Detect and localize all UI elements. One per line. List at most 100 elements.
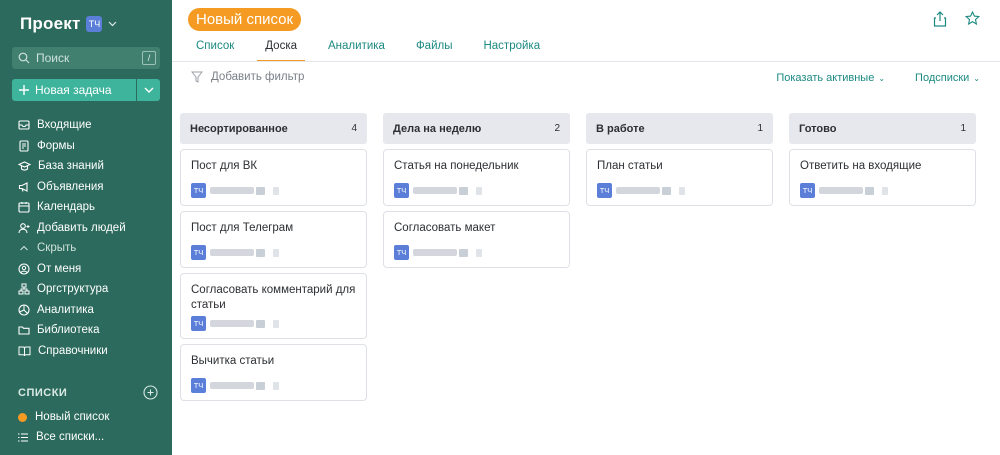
new-task-dropdown-button[interactable] (136, 79, 160, 101)
board-column-unsorted: Несортированное 4 Пост для ВК ТЧ Пост дл… (180, 113, 367, 401)
sidebar-collapse-toggle[interactable]: Скрыть (18, 238, 126, 259)
form-icon (19, 140, 29, 152)
redacted-assignee (210, 319, 279, 328)
column-title: В работе (596, 122, 645, 135)
tab-board[interactable]: Доска (257, 38, 305, 62)
task-card[interactable]: Ответить на входящие ТЧ (789, 149, 976, 206)
workspace-switcher[interactable]: Проект ТЧ (20, 14, 117, 34)
column-title: Готово (799, 122, 837, 135)
task-card[interactable]: Согласовать макет ТЧ (383, 211, 570, 268)
avatar: ТЧ (394, 245, 409, 260)
task-title: Согласовать макет (394, 222, 496, 234)
redacted-assignee (616, 186, 685, 195)
sidebar-item-forms[interactable]: Формы (18, 136, 126, 157)
add-list-icon[interactable] (143, 385, 158, 400)
sidebar-item-directories[interactable]: Справочники (18, 341, 126, 362)
task-card[interactable]: Вычитка статьи ТЧ (180, 344, 367, 401)
task-meta: ТЧ (191, 183, 356, 198)
task-meta: ТЧ (394, 245, 559, 260)
tab-settings[interactable]: Настройка (475, 38, 540, 62)
column-count: 4 (351, 123, 357, 134)
sidebar-item-analytics[interactable]: Аналитика (18, 300, 126, 321)
task-card[interactable]: Пост для Телеграм ТЧ (180, 211, 367, 268)
new-task-button[interactable]: Новая задача (12, 79, 136, 101)
redacted-assignee (210, 248, 279, 257)
sidebar-item-label: Оргструктура (37, 283, 109, 296)
tab-files[interactable]: Файлы (408, 38, 453, 62)
workspace-badge: ТЧ (86, 16, 103, 32)
sidebar-item-label: Входящие (37, 119, 92, 132)
task-title: Статья на понедельник (394, 160, 519, 172)
sidebar-item-calendar[interactable]: Календарь (18, 197, 126, 218)
add-user-icon (18, 222, 30, 233)
task-card[interactable]: План статьи ТЧ (586, 149, 773, 206)
sidebar-item-label: Добавить людей (37, 221, 126, 234)
chevron-up-icon (20, 245, 28, 251)
task-title: Вычитка статьи (191, 355, 275, 367)
page-title[interactable]: Новый список (188, 8, 302, 31)
user-circle-icon (18, 263, 30, 275)
search-input[interactable]: Поиск / (12, 47, 160, 69)
list-item-label: Все списки... (36, 431, 105, 443)
subtasks-dropdown[interactable]: Подсписки ⌄ (915, 72, 980, 84)
add-filter-label: Добавить фильтр (211, 71, 305, 83)
header-actions (933, 11, 980, 27)
sidebar-item-knowledge-base[interactable]: База знаний (18, 156, 126, 177)
lists: Новый список Все списки... (18, 407, 109, 447)
pie-chart-icon (18, 304, 30, 316)
task-card[interactable]: Согласовать комментарий для статьи ТЧ (180, 273, 367, 339)
sidebar-item-announcements[interactable]: Объявления (18, 177, 126, 198)
sidebar-item-org-structure[interactable]: Оргструктура (18, 279, 126, 300)
orange-dot-icon (18, 412, 27, 422)
tabs-divider (172, 61, 1000, 62)
avatar: ТЧ (191, 245, 206, 260)
show-active-dropdown[interactable]: Показать активные ⌄ (776, 72, 885, 84)
list-item-label: Новый список (35, 411, 110, 423)
plus-icon (19, 85, 29, 95)
search-shortcut: / (142, 51, 156, 65)
list-item-all-lists[interactable]: Все списки... (18, 427, 109, 447)
task-title: Пост для ВК (191, 160, 258, 172)
sidebar-item-label: От меня (37, 262, 82, 275)
folder-icon (18, 326, 30, 335)
view-tabs: Список Доска Аналитика Файлы Настройка (188, 38, 563, 62)
avatar: ТЧ (191, 316, 206, 331)
book-icon (18, 346, 31, 356)
sidebar-item-label: Справочники (38, 344, 108, 357)
sidebar-item-add-people[interactable]: Добавить людей (18, 218, 126, 239)
task-card[interactable]: Статья на понедельник ТЧ (383, 149, 570, 206)
avatar: ТЧ (191, 183, 206, 198)
sidebar-item-from-me[interactable]: От меня (18, 259, 126, 280)
list-icon (18, 432, 28, 442)
task-title: Ответить на входящие (800, 160, 922, 172)
new-task-label: Новая задача (35, 83, 112, 97)
sidebar-nav: Входящие Формы База знаний Объявления Ка… (18, 115, 126, 361)
avatar: ТЧ (800, 183, 815, 198)
column-header[interactable]: Дела на неделю 2 (383, 113, 570, 144)
sidebar-item-inbox[interactable]: Входящие (18, 115, 126, 136)
org-chart-icon (18, 283, 30, 295)
sidebar-item-label: База знаний (38, 160, 104, 173)
column-header[interactable]: Несортированное 4 (180, 113, 367, 144)
redacted-assignee (413, 186, 482, 195)
tab-list[interactable]: Список (188, 38, 234, 62)
column-header[interactable]: В работе 1 (586, 113, 773, 144)
sidebar-item-library[interactable]: Библиотека (18, 320, 126, 341)
inbox-icon (18, 120, 30, 130)
redacted-assignee (413, 248, 482, 257)
task-meta: ТЧ (191, 316, 356, 331)
sidebar-item-label: Библиотека (37, 324, 100, 337)
add-filter-button[interactable]: Добавить фильтр (191, 71, 304, 83)
list-item-new-list[interactable]: Новый список (18, 407, 109, 427)
star-icon[interactable] (965, 11, 980, 26)
task-title: Согласовать комментарий для статьи (191, 284, 356, 311)
column-header[interactable]: Готово 1 (789, 113, 976, 144)
task-meta: ТЧ (597, 183, 762, 198)
board-column-done: Готово 1 Ответить на входящие ТЧ (789, 113, 976, 206)
redacted-assignee (210, 381, 279, 390)
search-icon (18, 52, 30, 64)
redacted-assignee (210, 186, 279, 195)
share-icon[interactable] (933, 11, 947, 27)
tab-analytics[interactable]: Аналитика (320, 38, 385, 62)
task-card[interactable]: Пост для ВК ТЧ (180, 149, 367, 206)
